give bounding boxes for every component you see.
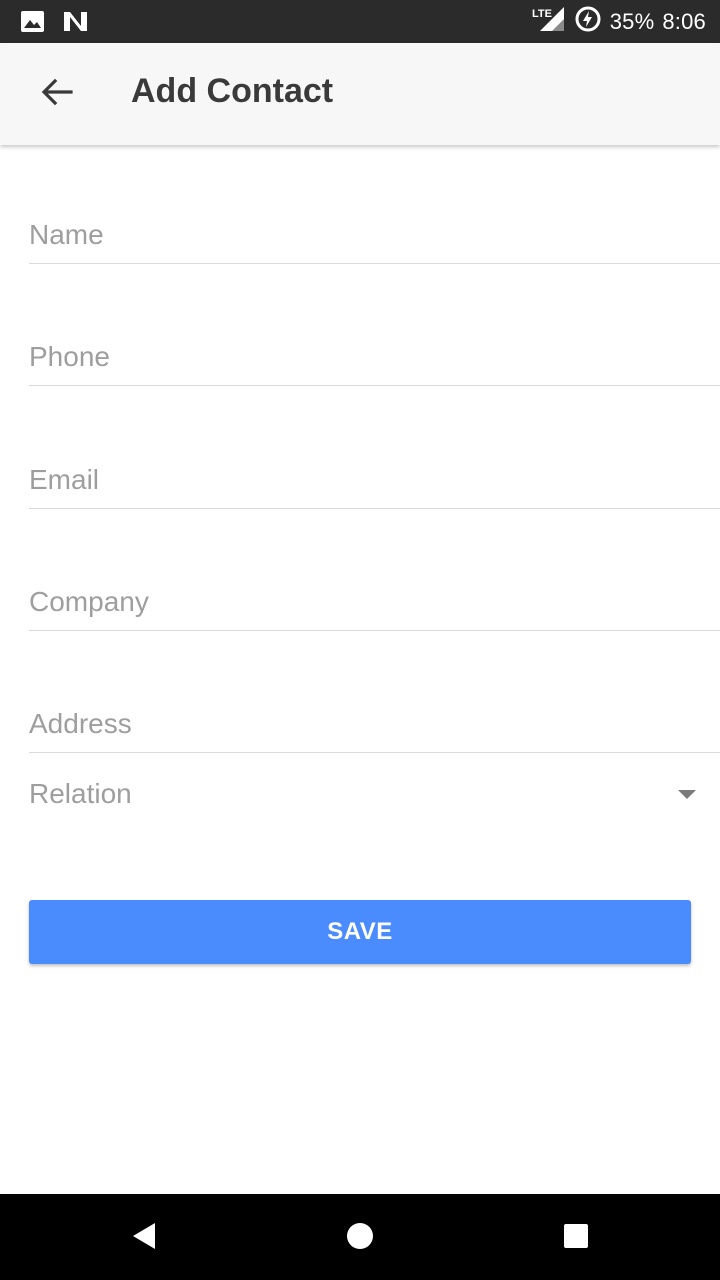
phone-field	[29, 316, 720, 386]
recents-square-icon	[563, 1223, 589, 1254]
app-bar: Add Contact	[0, 43, 720, 145]
status-bar: LTE 35% 8:06	[0, 0, 720, 43]
battery-percent: 35%	[609, 8, 655, 34]
name-input[interactable]	[29, 219, 720, 251]
nav-home-button[interactable]	[342, 1220, 378, 1256]
battery-charging-icon	[574, 5, 602, 38]
name-field	[29, 194, 720, 264]
arrow-back-icon	[41, 78, 73, 111]
back-button[interactable]	[34, 71, 80, 117]
home-circle-icon	[346, 1222, 374, 1255]
n-notification-icon	[62, 10, 89, 38]
relation-dropdown[interactable]: Relation	[29, 760, 720, 828]
phone-input[interactable]	[29, 341, 720, 373]
nav-recents-button[interactable]	[558, 1220, 594, 1256]
dropdown-arrow-icon	[678, 790, 696, 799]
save-button[interactable]: SAVE	[29, 900, 691, 964]
company-input[interactable]	[29, 586, 720, 618]
company-field	[29, 561, 720, 631]
image-notification-icon	[20, 10, 45, 38]
email-input[interactable]	[29, 464, 720, 496]
network-type: LTE	[532, 8, 552, 20]
clock-time: 8:06	[662, 8, 706, 34]
signal-icon: LTE	[532, 6, 566, 37]
relation-selected-value: Relation	[29, 778, 132, 809]
address-input[interactable]	[29, 708, 720, 740]
system-nav-bar	[0, 1194, 720, 1280]
address-field	[29, 683, 720, 753]
status-right-group: LTE 35% 8:06	[532, 0, 706, 43]
back-triangle-icon	[131, 1221, 157, 1256]
email-field	[29, 439, 720, 509]
page-title: Add Contact	[131, 72, 334, 110]
nav-back-button[interactable]	[126, 1220, 162, 1256]
